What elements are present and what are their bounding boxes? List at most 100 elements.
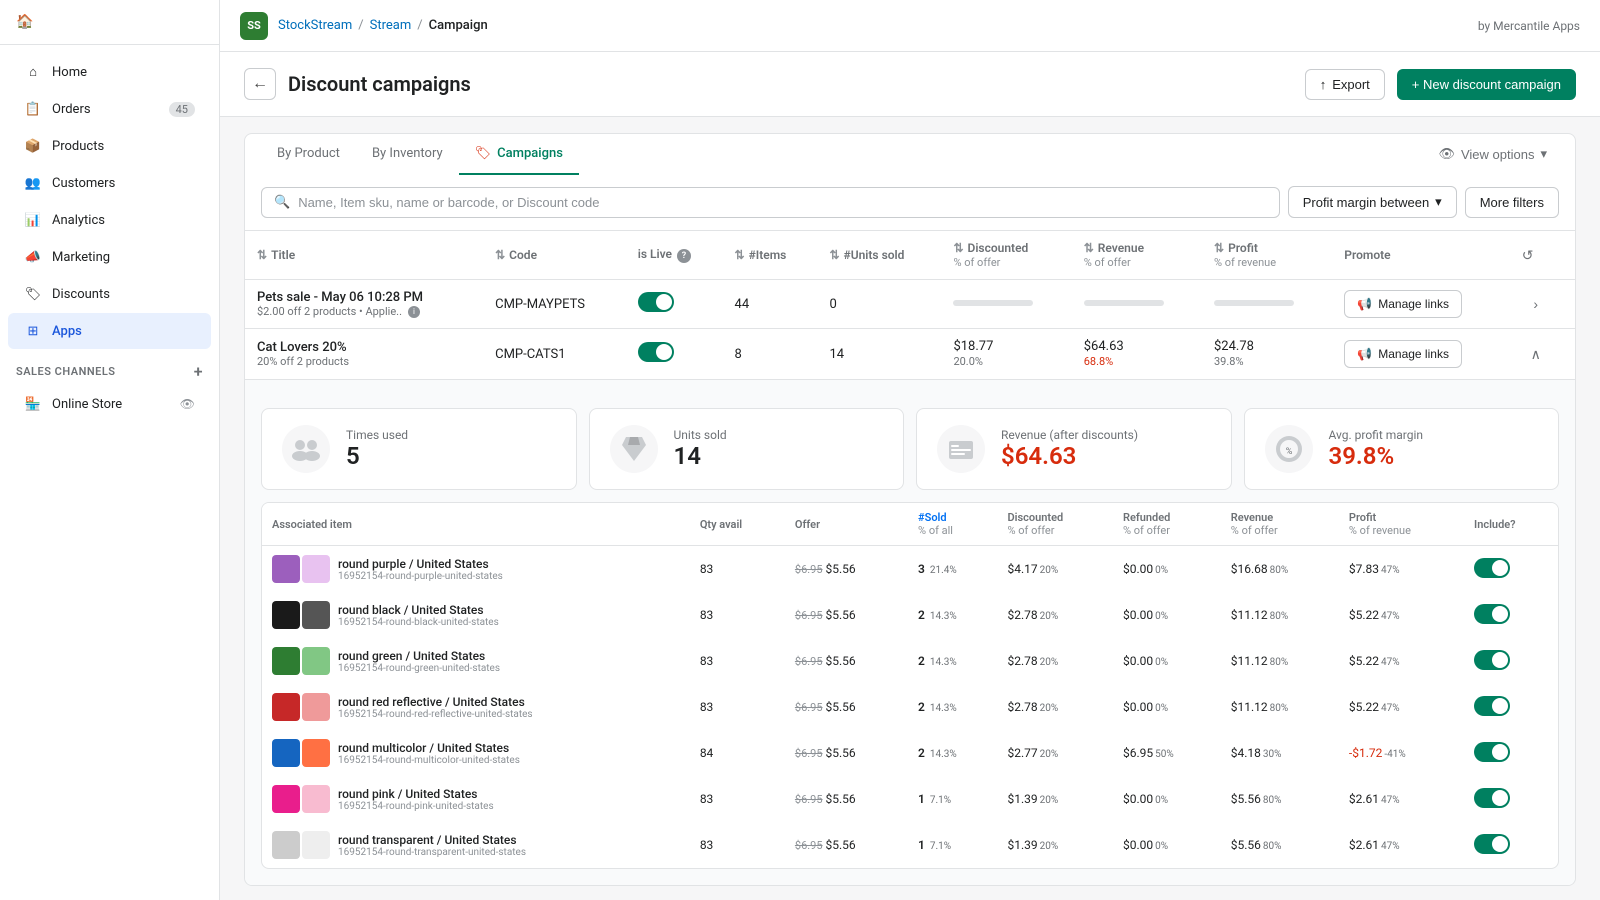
campaign-title-cell: Cat Lovers 20% 20% off 2 products (245, 329, 483, 380)
times-used-label: Times used (346, 428, 408, 442)
sidebar-item-apps[interactable]: ⊞ Apps (8, 313, 211, 349)
sidebar-item-label: Orders (52, 102, 91, 117)
table-row: Cat Lovers 20% 20% off 2 products CMP-CA… (245, 329, 1575, 380)
original-price: $6.95 (795, 609, 823, 622)
stat-card-times-used: Times used 5 (261, 408, 577, 490)
include-toggle[interactable] (1474, 834, 1510, 854)
item-qty-cell: 83 (690, 546, 785, 593)
include-toggle[interactable] (1474, 696, 1510, 716)
campaign-title-cell: Pets sale - May 06 10:28 PM $2.00 off 2 … (245, 280, 483, 329)
item-discounted-cell: $2.7820% (997, 638, 1112, 684)
refresh-button[interactable]: ↺ (1522, 247, 1534, 264)
manage-links-button[interactable]: 📢 Manage links (1344, 290, 1462, 318)
include-toggle[interactable] (1474, 558, 1510, 578)
campaign-units-cell: 14 (817, 329, 941, 380)
original-price: $6.95 (795, 655, 823, 668)
breadcrumb-app[interactable]: StockStream (278, 18, 352, 33)
sidebar-item-products[interactable]: 📦 Products (8, 128, 211, 164)
item-profit-cell: $7.8347% (1339, 546, 1464, 593)
item-sold-cell: 2 14.3% (908, 638, 997, 684)
sub-table-row: round multicolor / United States 1695215… (262, 730, 1558, 776)
svg-text:%: % (1285, 447, 1292, 457)
export-button[interactable]: ↑ Export (1305, 69, 1385, 100)
sidebar-item-analytics[interactable]: 📊 Analytics (8, 202, 211, 238)
item-profit-cell: $2.6147% (1339, 822, 1464, 868)
sidebar-item-home[interactable]: ⌂ Home (8, 54, 211, 90)
item-offer-cell: $6.95 $5.56 (785, 684, 908, 730)
tabs-bar: By Product By Inventory 🏷 Campaigns 👁 Vi… (244, 133, 1576, 174)
profit-margin-filter-button[interactable]: Profit margin between ▾ (1288, 186, 1457, 218)
item-qty-cell: 83 (690, 822, 785, 868)
sidebar-item-label: Customers (52, 176, 115, 191)
tab-by-product[interactable]: By Product (261, 134, 356, 175)
product-thumb (272, 785, 300, 813)
live-toggle[interactable] (638, 292, 674, 312)
sidebar-item-marketing[interactable]: 📣 Marketing (8, 239, 211, 275)
topbar: SS StockStream / Stream / Campaign by Me… (220, 0, 1600, 52)
campaign-profit-cell (1202, 280, 1332, 329)
tab-campaigns[interactable]: 🏷 Campaigns (459, 134, 579, 175)
item-discounted-cell: $2.7820% (997, 592, 1112, 638)
item-offer-cell: $6.95 $5.56 (785, 822, 908, 868)
offer-price: $5.56 (826, 608, 856, 622)
page-title: Discount campaigns (288, 72, 1293, 96)
item-sold-cell: 2 14.3% (908, 684, 997, 730)
info-icon: i (408, 306, 420, 318)
breadcrumb-current: Campaign (429, 18, 488, 33)
item-discounted-cell: $4.1720% (997, 546, 1112, 593)
item-sold-cell: 1 7.1% (908, 822, 997, 868)
view-options-button[interactable]: 👁 View options ▾ (1426, 140, 1559, 168)
sidebar-item-orders[interactable]: 📋 Orders 45 (8, 91, 211, 127)
online-store-settings-icon[interactable]: 👁 (180, 397, 195, 411)
live-toggle[interactable] (638, 342, 674, 362)
sidebar-item-discounts[interactable]: 🏷 Discounts (8, 276, 211, 312)
sub-col-discounted: Discounted% of offer (997, 503, 1112, 546)
units-sold-icon (610, 425, 658, 473)
sidebar-item-customers[interactable]: 👥 Customers (8, 165, 211, 201)
more-filters-button[interactable]: More filters (1465, 187, 1559, 218)
main-content: SS StockStream / Stream / Campaign by Me… (220, 0, 1600, 900)
item-sku: 16952154-round-multicolor-united-states (338, 755, 520, 766)
expand-row-button[interactable]: › (1522, 290, 1550, 318)
item-sku: 16952154-round-purple-united-states (338, 571, 503, 582)
search-input[interactable] (298, 195, 1267, 210)
col-code: ⇅Code (483, 231, 626, 280)
tab-by-inventory[interactable]: By Inventory (356, 134, 459, 175)
times-used-icon (282, 425, 330, 473)
item-profit-cell: $5.2247% (1339, 638, 1464, 684)
include-toggle[interactable] (1474, 650, 1510, 670)
campaign-revenue-cell (1072, 280, 1202, 329)
sub-col-profit: Profit% of revenue (1339, 503, 1464, 546)
new-campaign-button[interactable]: + New discount campaign (1397, 69, 1576, 100)
include-toggle[interactable] (1474, 604, 1510, 624)
sidebar-item-online-store[interactable]: 🏪 Online Store 👁 (8, 386, 211, 422)
breadcrumb-stream[interactable]: Stream (370, 18, 412, 33)
include-toggle[interactable] (1474, 788, 1510, 808)
offer-price: $5.56 (826, 700, 856, 714)
include-toggle[interactable] (1474, 742, 1510, 762)
original-price: $6.95 (795, 747, 823, 760)
campaign-items-cell: 44 (723, 280, 818, 329)
product-thumb-2 (302, 601, 330, 629)
sub-table-row: round black / United States 16952154-rou… (262, 592, 1558, 638)
col-promote: Promote (1332, 231, 1509, 280)
avg-profit-icon: % (1265, 425, 1313, 473)
revenue-label: Revenue (after discounts) (1001, 428, 1138, 442)
col-title: ⇅Title (245, 231, 483, 280)
megaphone-icon: 📢 (1357, 297, 1372, 311)
product-thumb (272, 739, 300, 767)
item-refunded-cell: $0.000% (1113, 776, 1221, 822)
offer-price: $5.56 (826, 746, 856, 760)
sidebar-item-label: Analytics (52, 213, 105, 228)
sidebar-item-label: Discounts (52, 287, 110, 302)
item-sku: 16952154-round-pink-united-states (338, 801, 494, 812)
original-price: $6.95 (795, 563, 823, 576)
search-input-wrap[interactable]: 🔍 (261, 187, 1280, 218)
campaign-live-cell (626, 329, 723, 380)
back-button[interactable]: ← (244, 68, 276, 100)
add-sales-channel-button[interactable]: + (194, 362, 203, 381)
manage-links-button[interactable]: 📢 Manage links (1344, 340, 1462, 368)
collapse-row-button[interactable]: ∧ (1522, 340, 1550, 368)
topbar-by-label: by Mercantile Apps (1478, 19, 1580, 33)
campaign-units-cell: 0 (817, 280, 941, 329)
